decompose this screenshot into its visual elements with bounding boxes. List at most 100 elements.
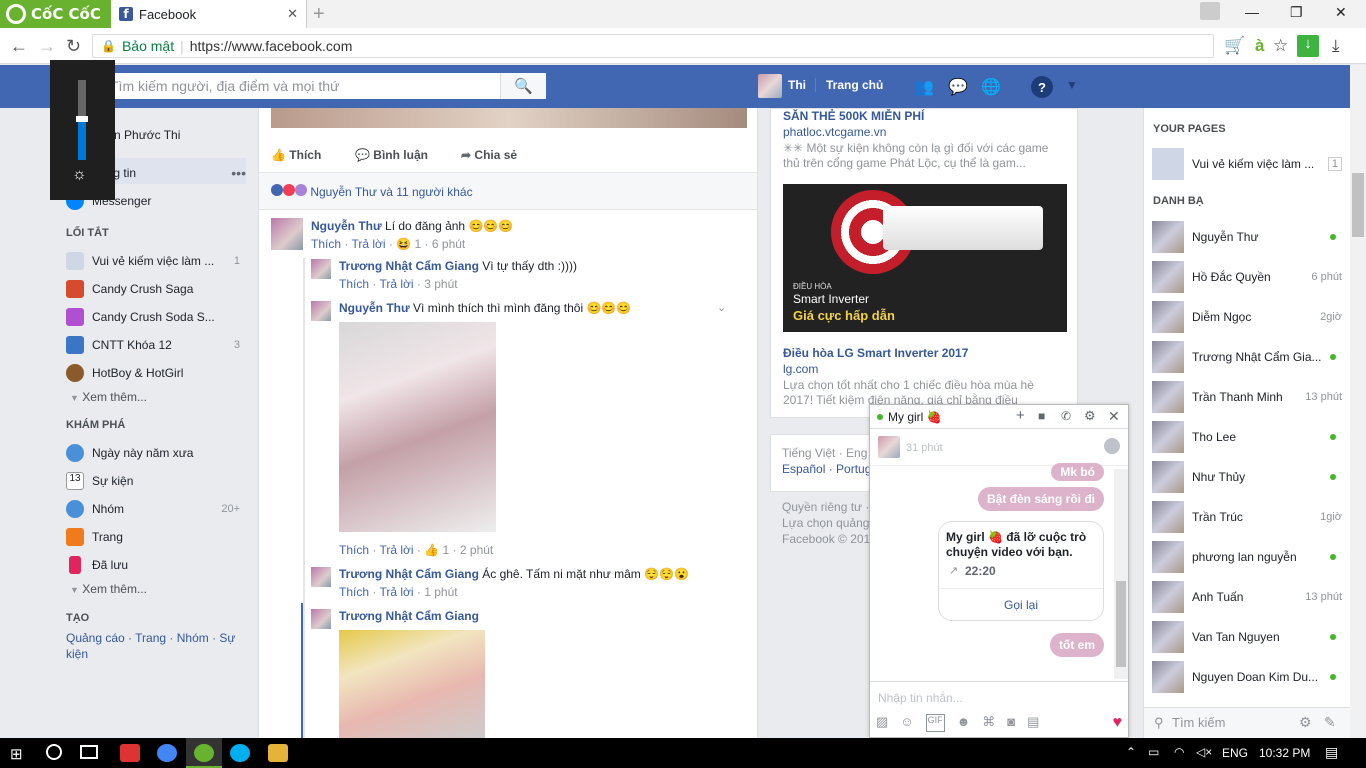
comment-reply-link[interactable]: Trả lời	[379, 277, 413, 291]
messenger-icon[interactable]: 💬	[947, 76, 969, 98]
task-view-icon[interactable]	[80, 745, 98, 759]
cart-icon[interactable]: 🛒	[1224, 36, 1245, 56]
user-icon[interactable]	[1200, 2, 1220, 20]
forward-icon[interactable]: →	[38, 36, 56, 57]
contact-item[interactable]: phương lan nguyễn	[1152, 541, 1342, 573]
brightness-slider-handle[interactable]	[76, 116, 88, 122]
chrome-icon[interactable]	[157, 744, 177, 762]
sticker-icon[interactable]: ☺	[900, 714, 913, 732]
commenter-name[interactable]: Trương Nhật Cẩm Giang	[339, 567, 479, 581]
close-icon[interactable]: ✕	[1108, 408, 1120, 425]
explore-see-more[interactable]: ▼ Xem thêm...	[70, 582, 147, 596]
url-field[interactable]: 🔒 Bảo mật | https://www.facebook.com	[92, 34, 1214, 58]
commenter-name[interactable]: Trương Nhật Cẩm Giang	[339, 259, 479, 273]
comment-photo[interactable]	[339, 630, 485, 738]
commenter-avatar[interactable]	[311, 301, 331, 321]
sidebar-item-explore[interactable]: Ngày này năm xưa	[66, 444, 246, 462]
commenter-name[interactable]: Nguyễn Thư	[339, 301, 410, 315]
notifications-globe-icon[interactable]: 🌐	[980, 76, 1002, 98]
post-photo-bottom[interactable]	[271, 108, 747, 128]
commenter-avatar[interactable]	[271, 218, 303, 250]
video-call-icon[interactable]: ■	[1038, 409, 1045, 423]
reactions-summary[interactable]: Nguyễn Thư và 11 người khác	[271, 184, 473, 199]
sidebar-item-explore[interactable]: Đã lưu	[66, 556, 246, 574]
ad-domain[interactable]: phatloc.vtcgame.vn	[783, 125, 886, 139]
tray-chevron-icon[interactable]: ⌃	[1126, 745, 1136, 759]
close-tab-icon[interactable]: ✕	[287, 6, 298, 22]
sidebar-item-shortcut[interactable]: Vui vẻ kiếm việc làm ... 1	[66, 252, 246, 270]
help-icon[interactable]: ?	[1031, 76, 1053, 98]
contact-item[interactable]: Nguyễn Thư	[1152, 221, 1342, 253]
language-links[interactable]: Tiếng Việt · Eng	[782, 446, 867, 460]
contact-item[interactable]: Hồ Đắc Quyền 6 phút	[1152, 261, 1342, 293]
sidebar-item-explore[interactable]: Trang	[66, 528, 246, 546]
profile-link[interactable]: Thi	[788, 78, 806, 92]
chat-header[interactable]: My girl 🍓 + ■ ✆ ⚙ ✕	[870, 405, 1128, 429]
chat-search-input[interactable]: Tìm kiếm	[1172, 715, 1225, 730]
reload-icon[interactable]: ↻	[66, 36, 81, 57]
gear-icon[interactable]: ⚙	[1084, 408, 1096, 424]
phone-icon[interactable]: ✆	[1061, 409, 1071, 423]
contact-item[interactable]: Trần Trúc 1giờ	[1152, 501, 1342, 533]
contact-item[interactable]: Trần Thanh Minh 13 phút	[1152, 381, 1342, 413]
chat-scroll-thumb[interactable]	[1116, 581, 1126, 667]
comment-button[interactable]: 💬 Bình luận	[355, 148, 428, 162]
input-language[interactable]: ENG	[1222, 746, 1248, 760]
contact-item[interactable]: Anh Tuấn 13 phút	[1152, 581, 1342, 613]
commenter-name[interactable]: Trương Nhật Cẩm Giang	[339, 609, 479, 623]
cortana-icon[interactable]	[46, 744, 62, 760]
home-link[interactable]: Trang chủ	[815, 78, 883, 92]
action-center-icon[interactable]: ▤	[1325, 744, 1338, 761]
comment-like-link[interactable]: Thích	[339, 543, 369, 557]
clipboard-icon[interactable]: ▤	[1027, 714, 1039, 732]
windows-start-icon[interactable]: ⊞	[10, 745, 23, 763]
sidebar-item-explore[interactable]: Nhóm 20+	[66, 500, 246, 518]
contact-item[interactable]: Tho Lee	[1152, 421, 1342, 453]
comment-reply-link[interactable]: Trả lời	[351, 237, 385, 251]
sidebar-item-shortcut[interactable]: Candy Crush Saga	[66, 280, 246, 298]
language-line[interactable]: Tiếng Việt · Eng	[782, 446, 867, 460]
chat-scrollbar[interactable]	[1114, 469, 1128, 679]
contact-item[interactable]: Trương Nhật Cẩm Gia...	[1152, 341, 1342, 373]
shortcuts-see-more[interactable]: ▼ Xem thêm...	[70, 390, 147, 404]
new-message-icon[interactable]: ✎	[1324, 714, 1336, 731]
camera-icon[interactable]: ◙	[1007, 714, 1015, 732]
browser-logo[interactable]: CốC CốC	[0, 0, 111, 28]
share-button[interactable]: ➦ Chia sẻ	[461, 148, 517, 162]
commenter-name[interactable]: Nguyễn Thư	[311, 219, 382, 233]
heart-icon[interactable]: ♥	[1113, 714, 1123, 732]
comment-options-chevron-icon[interactable]: ⌄	[717, 301, 726, 314]
sidebar-item-shortcut[interactable]: CNTT Khóa 12 3	[66, 336, 246, 354]
clock[interactable]: 10:32 PM	[1259, 746, 1310, 760]
app-icon[interactable]	[120, 744, 140, 762]
search-icon[interactable]: 🔍	[500, 73, 546, 99]
contact-item[interactable]: Diễm Ngọc 2giờ	[1152, 301, 1342, 333]
news-options-icon[interactable]: •••	[231, 165, 246, 181]
facebook-search-box[interactable]: Tìm kiếm người, địa điểm và mọi thứ 🔍	[98, 73, 546, 99]
ad-title[interactable]: Điều hòa LG Smart Inverter 2017	[783, 346, 968, 360]
footer-line[interactable]: Quyền riêng tư ·	[782, 500, 869, 514]
gif-icon[interactable]: GIF	[925, 714, 945, 732]
downloads-icon[interactable]: ⤓	[1332, 36, 1340, 56]
back-icon[interactable]: ←	[10, 36, 28, 57]
page-item[interactable]: Vui vẻ kiếm việc làm ... 1	[1152, 148, 1342, 180]
footer-line[interactable]: Lựa chọn quảng	[782, 516, 869, 530]
wifi-icon[interactable]: ◠	[1174, 745, 1184, 759]
skype-icon[interactable]	[230, 744, 250, 762]
message-input[interactable]: Nhập tin nhắn...	[878, 691, 963, 705]
scrollbar-thumb[interactable]	[1352, 173, 1364, 237]
page-scrollbar[interactable]	[1350, 65, 1366, 738]
comment-photo[interactable]	[339, 322, 496, 532]
friend-requests-icon[interactable]: 👥	[913, 76, 935, 98]
language-line[interactable]: Español · Portug	[782, 462, 871, 476]
sidebar-item-shortcut[interactable]: Candy Crush Soda S...	[66, 308, 246, 326]
comment-like-link[interactable]: Thích	[311, 237, 341, 251]
ad-domain[interactable]: lg.com	[783, 362, 818, 376]
battery-icon[interactable]: ▭	[1148, 745, 1159, 759]
ad-title[interactable]: SĂN THẺ 500K MIỄN PHÍ	[783, 109, 924, 123]
account-menu-chevron-icon[interactable]: ▼	[1066, 78, 1078, 92]
contact-item[interactable]: Như Thủy	[1152, 461, 1342, 493]
close-window-icon[interactable]: ✕	[1335, 4, 1347, 21]
chat-title[interactable]: My girl 🍓	[888, 410, 942, 424]
comment-reply-link[interactable]: Trả lời	[379, 585, 413, 599]
